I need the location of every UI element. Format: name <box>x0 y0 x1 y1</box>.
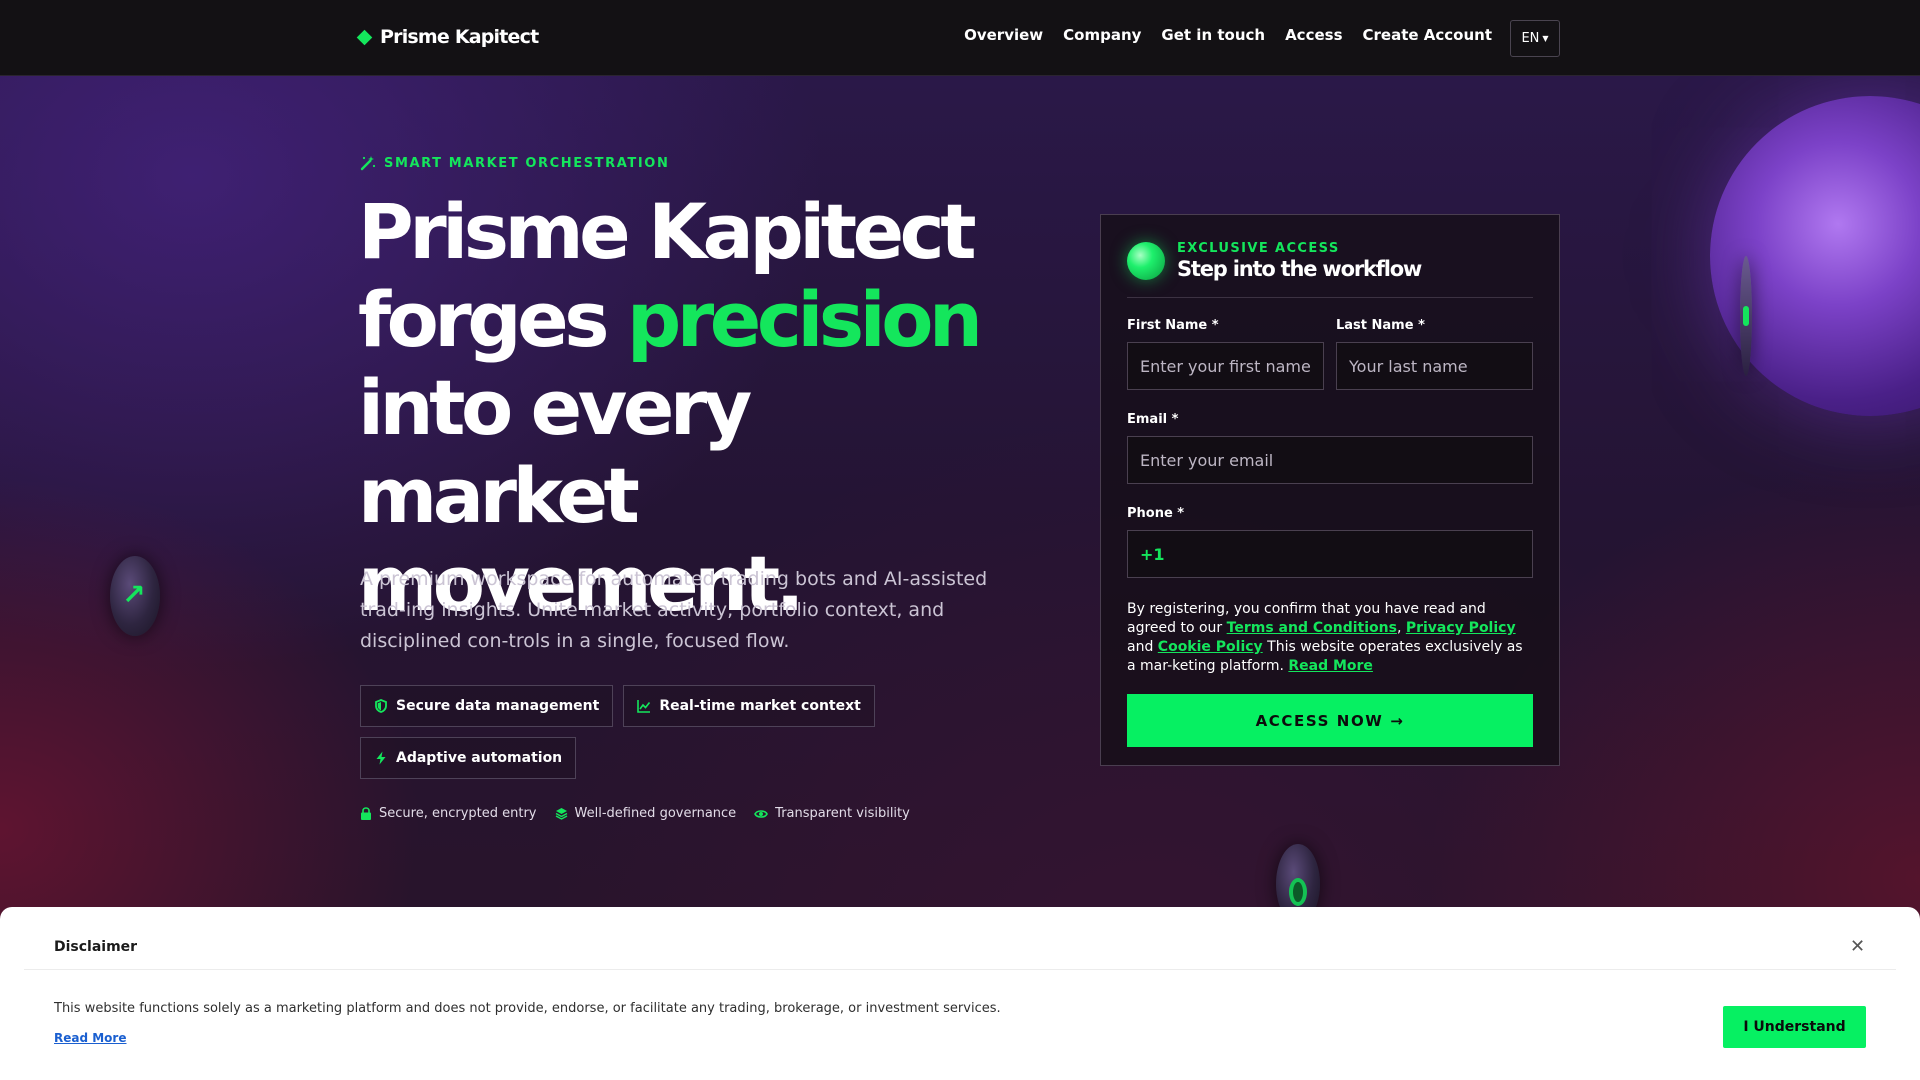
form-title: Step into the workflow <box>1177 257 1422 281</box>
hero-headline: Prisme Kapitect forges precision into ev… <box>358 188 1018 628</box>
nav-create-account[interactable]: Create Account <box>1363 26 1493 44</box>
close-icon[interactable]: ✕ <box>1850 936 1865 957</box>
cookie-link[interactable]: Cookie Policy <box>1158 639 1263 655</box>
nav-access[interactable]: Access <box>1285 26 1342 44</box>
chip-label: Secure data management <box>396 698 600 714</box>
hero-description: A premium workspace for automated tradin… <box>360 568 988 652</box>
phone-input[interactable]: +1 <box>1127 530 1533 578</box>
access-now-button[interactable]: ACCESS NOW → <box>1127 694 1533 747</box>
layers-icon <box>555 808 567 820</box>
form-header: EXCLUSIVE ACCESS Step into the workflow <box>1127 241 1533 298</box>
consent-comma: , <box>1396 620 1406 636</box>
email-label: Email * <box>1127 412 1179 427</box>
read-more-link[interactable]: Read More <box>1288 658 1373 674</box>
disclaimer-title: Disclaimer <box>54 939 138 955</box>
green-orb-icon <box>1127 242 1165 280</box>
registration-form-card: EXCLUSIVE ACCESS Step into the workflow … <box>1100 214 1560 766</box>
trend-arrow-icon: ↗ <box>122 578 146 611</box>
chip-label: Real-time market context <box>659 698 861 714</box>
form-eyebrow: EXCLUSIVE ACCESS <box>1177 241 1340 256</box>
decorative-coin-arrow: ↗ <box>110 556 160 636</box>
diamond-icon <box>356 29 373 45</box>
trust-label: Secure, encrypted entry <box>379 806 537 821</box>
decorative-stripe <box>1743 306 1749 326</box>
headline-forges: forges <box>358 275 627 364</box>
brand-logo[interactable]: Prisme Kapitect <box>356 26 539 48</box>
nav-get-in-touch[interactable]: Get in touch <box>1161 26 1265 44</box>
lightning-icon <box>376 751 386 765</box>
last-name-input[interactable] <box>1336 342 1533 390</box>
chip-adaptive-automation: Adaptive automation <box>360 737 577 779</box>
trust-label: Well-defined governance <box>574 806 737 821</box>
decorative-coin-edge <box>1740 256 1752 376</box>
chevron-down-icon: ▼ <box>1542 34 1549 43</box>
nav-company[interactable]: Company <box>1063 26 1141 44</box>
line-chart-icon <box>637 700 651 713</box>
brand-name: Prisme Kapitect <box>380 26 539 48</box>
trust-label: Transparent visibility <box>775 806 910 821</box>
headline-line-1: Prisme Kapitect <box>358 187 977 276</box>
consent-text: By registering, you confirm that you hav… <box>1127 600 1533 676</box>
top-navigation-bar: Prisme Kapitect Overview Company Get in … <box>0 0 1920 76</box>
language-label: EN <box>1521 31 1540 46</box>
consent-and: and <box>1127 639 1158 655</box>
first-name-group: First Name * <box>1127 318 1324 390</box>
email-group: Email * <box>1127 412 1533 484</box>
chip-secure-data: Secure data management <box>360 685 614 727</box>
last-name-label: Last Name * <box>1336 318 1425 333</box>
trust-item: Transparent visibility <box>754 806 910 821</box>
nav-overview[interactable]: Overview <box>964 26 1043 44</box>
first-name-label: First Name * <box>1127 318 1219 333</box>
privacy-link[interactable]: Privacy Policy <box>1406 620 1516 636</box>
magic-wand-icon <box>360 156 376 171</box>
disclaimer-text: This website functions solely as a marke… <box>54 1001 1001 1016</box>
lock-icon <box>361 807 371 820</box>
headline-accent: precision <box>626 275 983 364</box>
disclaimer-banner: Disclaimer ✕ This website functions sole… <box>0 907 1920 1080</box>
language-selector[interactable]: EN ▼ <box>1510 20 1560 57</box>
phone-group: Phone * +1 <box>1127 506 1533 578</box>
divider <box>24 969 1896 970</box>
eye-icon <box>754 809 769 818</box>
headline-line-3: into every market <box>358 363 752 540</box>
trust-indicators: Secure, encrypted entry Well-defined gov… <box>360 806 910 821</box>
email-input[interactable] <box>1127 436 1533 484</box>
phone-country-code: +1 <box>1140 544 1165 564</box>
chip-label: Adaptive automation <box>396 750 563 766</box>
last-name-group: Last Name * <box>1336 318 1533 390</box>
phone-label: Phone * <box>1127 506 1185 521</box>
decorative-purple-orb <box>1710 96 1920 416</box>
feature-chips: Secure data management Real-time market … <box>360 685 920 779</box>
first-name-input[interactable] <box>1127 342 1324 390</box>
trust-item: Secure, encrypted entry <box>360 806 537 821</box>
ring-icon <box>1289 878 1307 906</box>
disclaimer-read-more-link[interactable]: Read More <box>54 1031 127 1045</box>
trust-item: Well-defined governance <box>555 806 737 821</box>
hero-eyebrow: SMART MARKET ORCHESTRATION <box>360 155 669 171</box>
eyebrow-text: SMART MARKET ORCHESTRATION <box>384 155 670 171</box>
name-row: First Name * Last Name * <box>1127 318 1533 390</box>
i-understand-button[interactable]: I Understand <box>1723 1006 1866 1048</box>
chip-market-context: Real-time market context <box>623 685 875 727</box>
main-nav: Overview Company Get in touch Access Cre… <box>964 26 1492 44</box>
shield-icon <box>375 699 387 713</box>
terms-link[interactable]: Terms and Conditions <box>1227 620 1397 636</box>
